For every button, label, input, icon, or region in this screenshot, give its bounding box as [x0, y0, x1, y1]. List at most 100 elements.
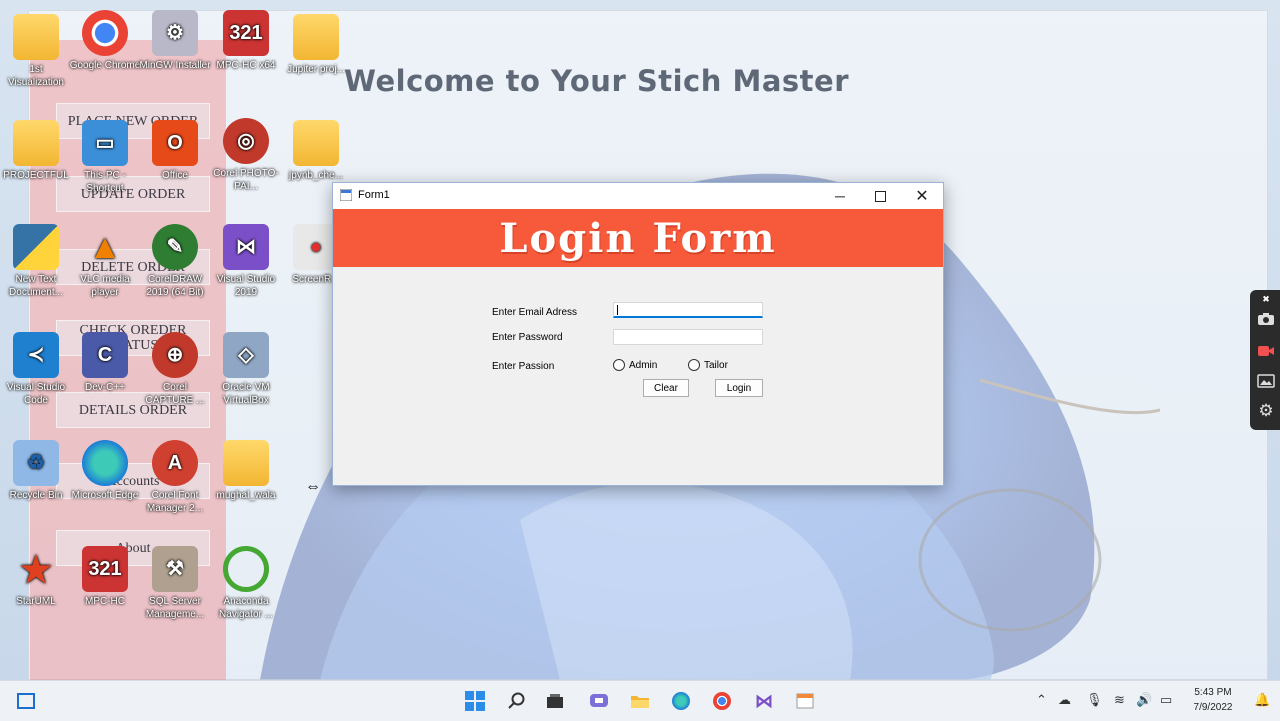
widgets-icon — [17, 693, 35, 709]
form-app-taskbar-button[interactable] — [792, 689, 818, 713]
cloud-icon: ☁ — [1058, 692, 1071, 707]
desktop-icon-vlc[interactable]: ▲ VLC media player — [69, 224, 141, 299]
radio-tailor[interactable] — [688, 359, 700, 371]
desktop-icon-google-chrome[interactable]: Google Chrome — [69, 10, 141, 72]
close-button[interactable]: ✕ — [902, 183, 942, 209]
chevron-up-icon: ⌃ — [1036, 692, 1047, 707]
corel-capture-icon: ⊕ — [152, 332, 198, 378]
chrome-icon — [82, 10, 128, 56]
desktop-icon-coreldraw[interactable]: ✎ CorelDRAW 2019 (64 Bit) — [139, 224, 211, 299]
desktop-icon-corel-photo-paint[interactable]: ◎ Corel PHOTO-PAI... — [210, 118, 282, 193]
search-button[interactable] — [504, 689, 530, 713]
desktop-icon-anaconda[interactable]: Anaconda Navigator ... — [210, 546, 282, 621]
radio-admin[interactable] — [613, 359, 625, 371]
radio-tailor-label[interactable]: Tailor — [704, 360, 728, 371]
desktop-icon-edge[interactable]: Microsoft Edge — [69, 440, 141, 502]
desktop-icon-1st-visualization[interactable]: 1st Visualization — [0, 14, 72, 89]
minimize-button[interactable]: ─ — [820, 183, 860, 209]
microphone-tray[interactable]: 🎙 — [1086, 692, 1103, 708]
folder-icon — [631, 696, 649, 708]
start-button[interactable] — [462, 689, 488, 713]
python-icon — [13, 224, 59, 270]
desktop-icon-label: Corel PHOTO-PAI... — [213, 168, 279, 192]
desktop-icon-office[interactable]: O Office — [139, 120, 211, 182]
desktop-icon-mpc-hc[interactable]: 321 MPC-HC — [69, 546, 141, 608]
email-label: Enter Email Adress — [492, 307, 578, 318]
desktop-icon-new-text-document[interactable]: New Text Document... — [0, 224, 72, 299]
taskbar: ⋈ ⌃ ☁ 🎙 ≋ 🔊 ▭ 5:43 PM 7/9/2022 🔔 — [0, 680, 1280, 721]
widgets-button[interactable] — [13, 689, 39, 713]
desktop-icon-label: mughal_wala — [216, 490, 276, 501]
radio-admin-label[interactable]: Admin — [629, 360, 657, 371]
desktop-icon-corel-font-manager[interactable]: A Corel Font Manager 2... — [139, 440, 211, 515]
login-form-window: Form1 ─ ✕ Login Form Enter Email Adress … — [332, 182, 944, 486]
desktop-icon-jpynb-che[interactable]: jpynb_che... — [280, 120, 352, 182]
maximize-button[interactable] — [860, 183, 900, 209]
record-video-button[interactable] — [1256, 342, 1276, 360]
show-hidden-icons-button[interactable]: ⌃ — [1036, 692, 1047, 708]
chrome-taskbar-button[interactable] — [709, 689, 735, 713]
password-label: Enter Password — [492, 332, 563, 343]
task-view-icon — [547, 694, 563, 708]
email-input[interactable] — [613, 302, 763, 318]
background-app-title: Welcome to Your Stich Master — [344, 64, 849, 98]
desktop-icon-label: MPC-HC — [85, 596, 125, 607]
recorder-toolbar: ✖ ⚙ — [1250, 290, 1280, 430]
battery-tray[interactable]: ▭ — [1160, 692, 1172, 708]
file-explorer-button[interactable] — [627, 689, 653, 713]
desktop-icon-mingw[interactable]: ⚙ MinGW Installer — [139, 10, 211, 72]
taskbar-clock[interactable]: 5:43 PM 7/9/2022 — [1178, 685, 1248, 715]
visual-studio-taskbar-button[interactable]: ⋈ — [751, 689, 777, 713]
desktop-icon-this-pc[interactable]: ▭ This PC - Shortcut — [69, 120, 141, 195]
pin-button[interactable]: ✖ — [1256, 294, 1276, 304]
desktop-icon-projectful[interactable]: PROJECTFUL — [0, 120, 72, 182]
mpc-icon: 321 — [82, 546, 128, 592]
desktop-icon-label: Microsoft Edge — [71, 490, 139, 501]
edge-icon — [672, 692, 690, 710]
settings-button[interactable]: ⚙ — [1256, 401, 1276, 420]
desktop-icon-label: This PC - Shortcut — [84, 170, 126, 194]
wifi-tray[interactable]: ≋ — [1114, 692, 1125, 708]
gallery-button[interactable] — [1256, 372, 1276, 390]
battery-icon: ▭ — [1160, 692, 1173, 707]
desktop-icon-devcpp[interactable]: C Dev-C++ — [69, 332, 141, 394]
desktop-icon-jupiter-proj[interactable]: Jupiter proj... — [280, 14, 352, 76]
password-input[interactable] — [613, 329, 763, 345]
desktop-icon-staruml[interactable]: ★ StarUML — [0, 546, 72, 608]
app-icon — [340, 189, 352, 201]
login-button[interactable]: Login — [715, 379, 763, 397]
edge-taskbar-button[interactable] — [668, 689, 694, 713]
window-titlebar[interactable]: Form1 ─ ✕ — [333, 183, 943, 209]
desktop-icon-label: Corel Font Manager 2... — [146, 490, 204, 514]
desktop-icon-sql-server[interactable]: ⚒ SQL Server Manageme... — [139, 546, 211, 621]
clear-button[interactable]: Clear — [643, 379, 689, 397]
resize-cursor-icon: ⇔ — [305, 478, 321, 495]
sql-server-icon: ⚒ — [152, 546, 198, 592]
onedrive-tray[interactable]: ☁ — [1058, 692, 1071, 708]
speaker-icon: 🔊 — [1136, 692, 1153, 707]
virtualbox-icon: ◇ — [223, 332, 269, 378]
teams-chat-button[interactable] — [586, 689, 612, 713]
vlc-icon: ▲ — [88, 227, 122, 266]
camera-icon — [1258, 313, 1274, 325]
desktop-icon-mughal-wala[interactable]: mughal_wala — [210, 440, 282, 502]
desktop-icon-recycle-bin[interactable]: ♻ Recycle Bin — [0, 440, 72, 502]
desktop-icon-virtualbox[interactable]: ◇ Oracle VM VirtualBox — [210, 332, 282, 407]
task-view-button[interactable] — [542, 689, 568, 713]
vscode-icon: ≺ — [13, 332, 59, 378]
desktop-icon-mpc-hc-x64[interactable]: 321 MPC-HC x64 — [210, 10, 282, 72]
desktop-icon-corel-capture[interactable]: ⊕ Corel CAPTURE ... — [139, 332, 211, 407]
windows-icon — [465, 691, 485, 711]
login-banner: Login Form — [333, 209, 943, 267]
volume-tray[interactable]: 🔊 — [1136, 692, 1152, 708]
folder-icon — [13, 120, 59, 166]
window-title: Form1 — [358, 189, 390, 201]
microphone-icon: 🎙 — [1086, 692, 1103, 707]
wifi-icon: ≋ — [1114, 692, 1125, 707]
desktop-icon-visual-studio[interactable]: ⋈ Visual Studio 2019 — [210, 224, 282, 299]
screenshot-button[interactable] — [1256, 310, 1276, 328]
maximize-icon — [874, 190, 886, 202]
notifications-button[interactable]: 🔔 — [1254, 692, 1270, 708]
desktop-icon-label: Visual Studio Code — [6, 382, 66, 406]
desktop-icon-vscode[interactable]: ≺ Visual Studio Code — [0, 332, 72, 407]
